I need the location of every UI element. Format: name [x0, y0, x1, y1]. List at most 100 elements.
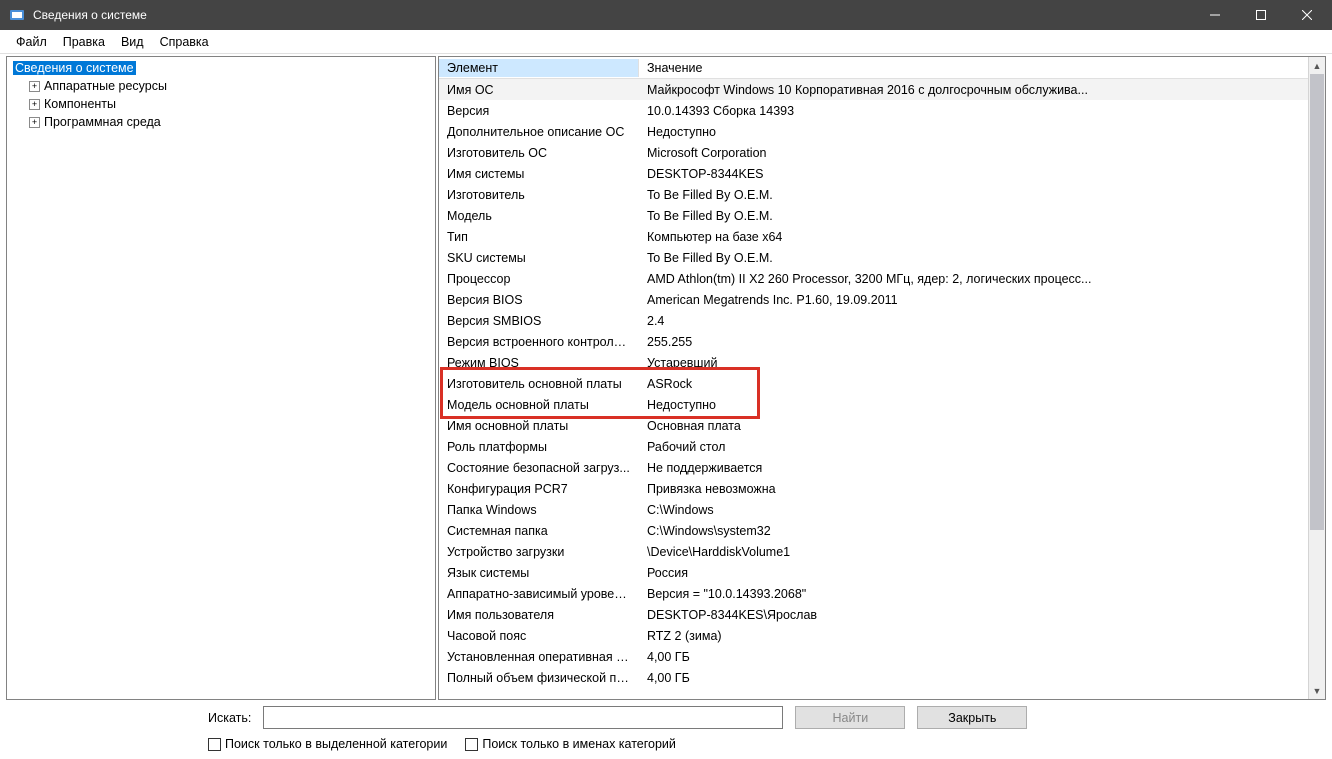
list-header[interactable]: Элемент Значение — [439, 57, 1308, 79]
search-area: Искать: Найти Закрыть Поиск только в выд… — [0, 700, 1332, 759]
table-row[interactable]: Папка WindowsC:\Windows — [439, 499, 1308, 520]
cell-element: Роль платформы — [439, 440, 639, 454]
table-row[interactable]: Устройство загрузки\Device\HarddiskVolum… — [439, 541, 1308, 562]
table-row[interactable]: Версия10.0.14393 Сборка 14393 — [439, 100, 1308, 121]
cell-value: AMD Athlon(tm) II X2 260 Processor, 3200… — [639, 272, 1308, 286]
table-row[interactable]: Роль платформыРабочий стол — [439, 436, 1308, 457]
cell-element: Состояние безопасной загруз... — [439, 461, 639, 475]
scroll-track[interactable] — [1309, 74, 1325, 682]
menu-edit[interactable]: Правка — [55, 33, 113, 51]
tree-panel[interactable]: Сведения о системе +Аппаратные ресурсы+К… — [6, 56, 436, 700]
table-row[interactable]: Состояние безопасной загруз...Не поддерж… — [439, 457, 1308, 478]
cell-value: Устаревший — [639, 356, 1308, 370]
table-row[interactable]: Режим BIOSУстаревший — [439, 352, 1308, 373]
table-row[interactable]: Изготовитель основной платыASRock — [439, 373, 1308, 394]
table-row[interactable]: Системная папкаC:\Windows\system32 — [439, 520, 1308, 541]
cell-value: To Be Filled By O.E.M. — [639, 209, 1308, 223]
tree-root-label: Сведения о системе — [13, 61, 136, 75]
table-row[interactable]: Изготовитель ОСMicrosoft Corporation — [439, 142, 1308, 163]
checkbox-icon — [208, 738, 221, 751]
check-only-names[interactable]: Поиск только в именах категорий — [465, 737, 676, 751]
scroll-up-icon[interactable]: ▲ — [1309, 57, 1325, 74]
cell-element: Имя ОС — [439, 83, 639, 97]
table-row[interactable]: SKU системыTo Be Filled By O.E.M. — [439, 247, 1308, 268]
menubar: Файл Правка Вид Справка — [0, 30, 1332, 54]
cell-element: Язык системы — [439, 566, 639, 580]
table-row[interactable]: ПроцессорAMD Athlon(tm) II X2 260 Proces… — [439, 268, 1308, 289]
window-title: Сведения о системе — [33, 8, 1192, 22]
close-button[interactable] — [1284, 0, 1330, 30]
tree-child[interactable]: + Программная среда — [11, 113, 431, 131]
menu-view[interactable]: Вид — [113, 33, 152, 51]
table-row[interactable]: Версия встроенного контролл...255.255 — [439, 331, 1308, 352]
titlebar[interactable]: Сведения о системе — [0, 0, 1332, 30]
table-row[interactable]: Дополнительное описание ОСНедоступно — [439, 121, 1308, 142]
cell-element: Системная папка — [439, 524, 639, 538]
cell-value: Основная плата — [639, 419, 1308, 433]
cell-value: Привязка невозможна — [639, 482, 1308, 496]
cell-value: C:\Windows\system32 — [639, 524, 1308, 538]
cell-value: Недоступно — [639, 125, 1308, 139]
table-row[interactable]: Версия SMBIOS2.4 — [439, 310, 1308, 331]
table-row[interactable]: Конфигурация PCR7Привязка невозможна — [439, 478, 1308, 499]
cell-element: Версия SMBIOS — [439, 314, 639, 328]
cell-element: Режим BIOS — [439, 356, 639, 370]
table-row[interactable]: ТипКомпьютер на базе x64 — [439, 226, 1308, 247]
table-row[interactable]: Часовой поясRTZ 2 (зима) — [439, 625, 1308, 646]
table-row[interactable]: Язык системыРоссия — [439, 562, 1308, 583]
table-row[interactable]: Версия BIOSAmerican Megatrends Inc. P1.6… — [439, 289, 1308, 310]
list-scroll: Элемент Значение Имя ОСМайкрософт Window… — [439, 57, 1308, 699]
check-only-category[interactable]: Поиск только в выделенной категории — [208, 737, 447, 751]
scroll-down-icon[interactable]: ▼ — [1309, 682, 1325, 699]
vertical-scrollbar[interactable]: ▲ ▼ — [1308, 57, 1325, 699]
cell-value: To Be Filled By O.E.M. — [639, 251, 1308, 265]
tree-child[interactable]: +Аппаратные ресурсы — [11, 77, 431, 95]
search-label: Искать: — [208, 711, 251, 725]
tree-child[interactable]: +Компоненты — [11, 95, 431, 113]
minimize-button[interactable] — [1192, 0, 1238, 30]
cell-element: Имя основной платы — [439, 419, 639, 433]
menu-file[interactable]: Файл — [8, 33, 55, 51]
column-element[interactable]: Элемент — [439, 59, 639, 77]
cell-value: \Device\HarddiskVolume1 — [639, 545, 1308, 559]
cell-value: American Megatrends Inc. P1.60, 19.09.20… — [639, 293, 1308, 307]
table-row[interactable]: ИзготовительTo Be Filled By O.E.M. — [439, 184, 1308, 205]
cell-value: Не поддерживается — [639, 461, 1308, 475]
cell-value: Microsoft Corporation — [639, 146, 1308, 160]
cell-element: Папка Windows — [439, 503, 639, 517]
expand-icon[interactable]: + — [29, 117, 40, 128]
cell-element: Изготовитель — [439, 188, 639, 202]
scroll-thumb[interactable] — [1310, 74, 1324, 530]
expand-icon[interactable]: + — [29, 99, 40, 110]
cell-value: 4,00 ГБ — [639, 650, 1308, 664]
table-row[interactable]: Модель основной платыНедоступно — [439, 394, 1308, 415]
table-row[interactable]: Имя системыDESKTOP-8344KES — [439, 163, 1308, 184]
cell-value: Рабочий стол — [639, 440, 1308, 454]
table-row[interactable]: Полный объем физической па...4,00 ГБ — [439, 667, 1308, 688]
table-row[interactable]: Аппаратно-зависимый уровен...Версия = "1… — [439, 583, 1308, 604]
cell-element: Изготовитель ОС — [439, 146, 639, 160]
cell-value: ASRock — [639, 377, 1308, 391]
menu-help[interactable]: Справка — [152, 33, 217, 51]
column-value[interactable]: Значение — [639, 59, 710, 77]
list-rows: Имя ОСМайкрософт Windows 10 Корпоративна… — [439, 79, 1308, 688]
content-area: Сведения о системе +Аппаратные ресурсы+К… — [0, 54, 1332, 700]
app-icon — [8, 6, 26, 24]
maximize-button[interactable] — [1238, 0, 1284, 30]
search-input[interactable] — [263, 706, 783, 729]
table-row[interactable]: Имя ОСМайкрософт Windows 10 Корпоративна… — [439, 79, 1308, 100]
cell-value: RTZ 2 (зима) — [639, 629, 1308, 643]
expand-icon[interactable]: + — [29, 81, 40, 92]
table-row[interactable]: МодельTo Be Filled By O.E.M. — [439, 205, 1308, 226]
cell-element: Версия — [439, 104, 639, 118]
cell-element: Версия BIOS — [439, 293, 639, 307]
find-button[interactable]: Найти — [795, 706, 905, 729]
cell-element: Полный объем физической па... — [439, 671, 639, 685]
table-row[interactable]: Имя пользователяDESKTOP-8344KES\Ярослав — [439, 604, 1308, 625]
tree-child-label: Программная среда — [44, 115, 161, 129]
cell-value: DESKTOP-8344KES\Ярослав — [639, 608, 1308, 622]
table-row[interactable]: Установленная оперативная п...4,00 ГБ — [439, 646, 1308, 667]
table-row[interactable]: Имя основной платыОсновная плата — [439, 415, 1308, 436]
tree-root[interactable]: Сведения о системе — [11, 59, 431, 77]
close-search-button[interactable]: Закрыть — [917, 706, 1027, 729]
